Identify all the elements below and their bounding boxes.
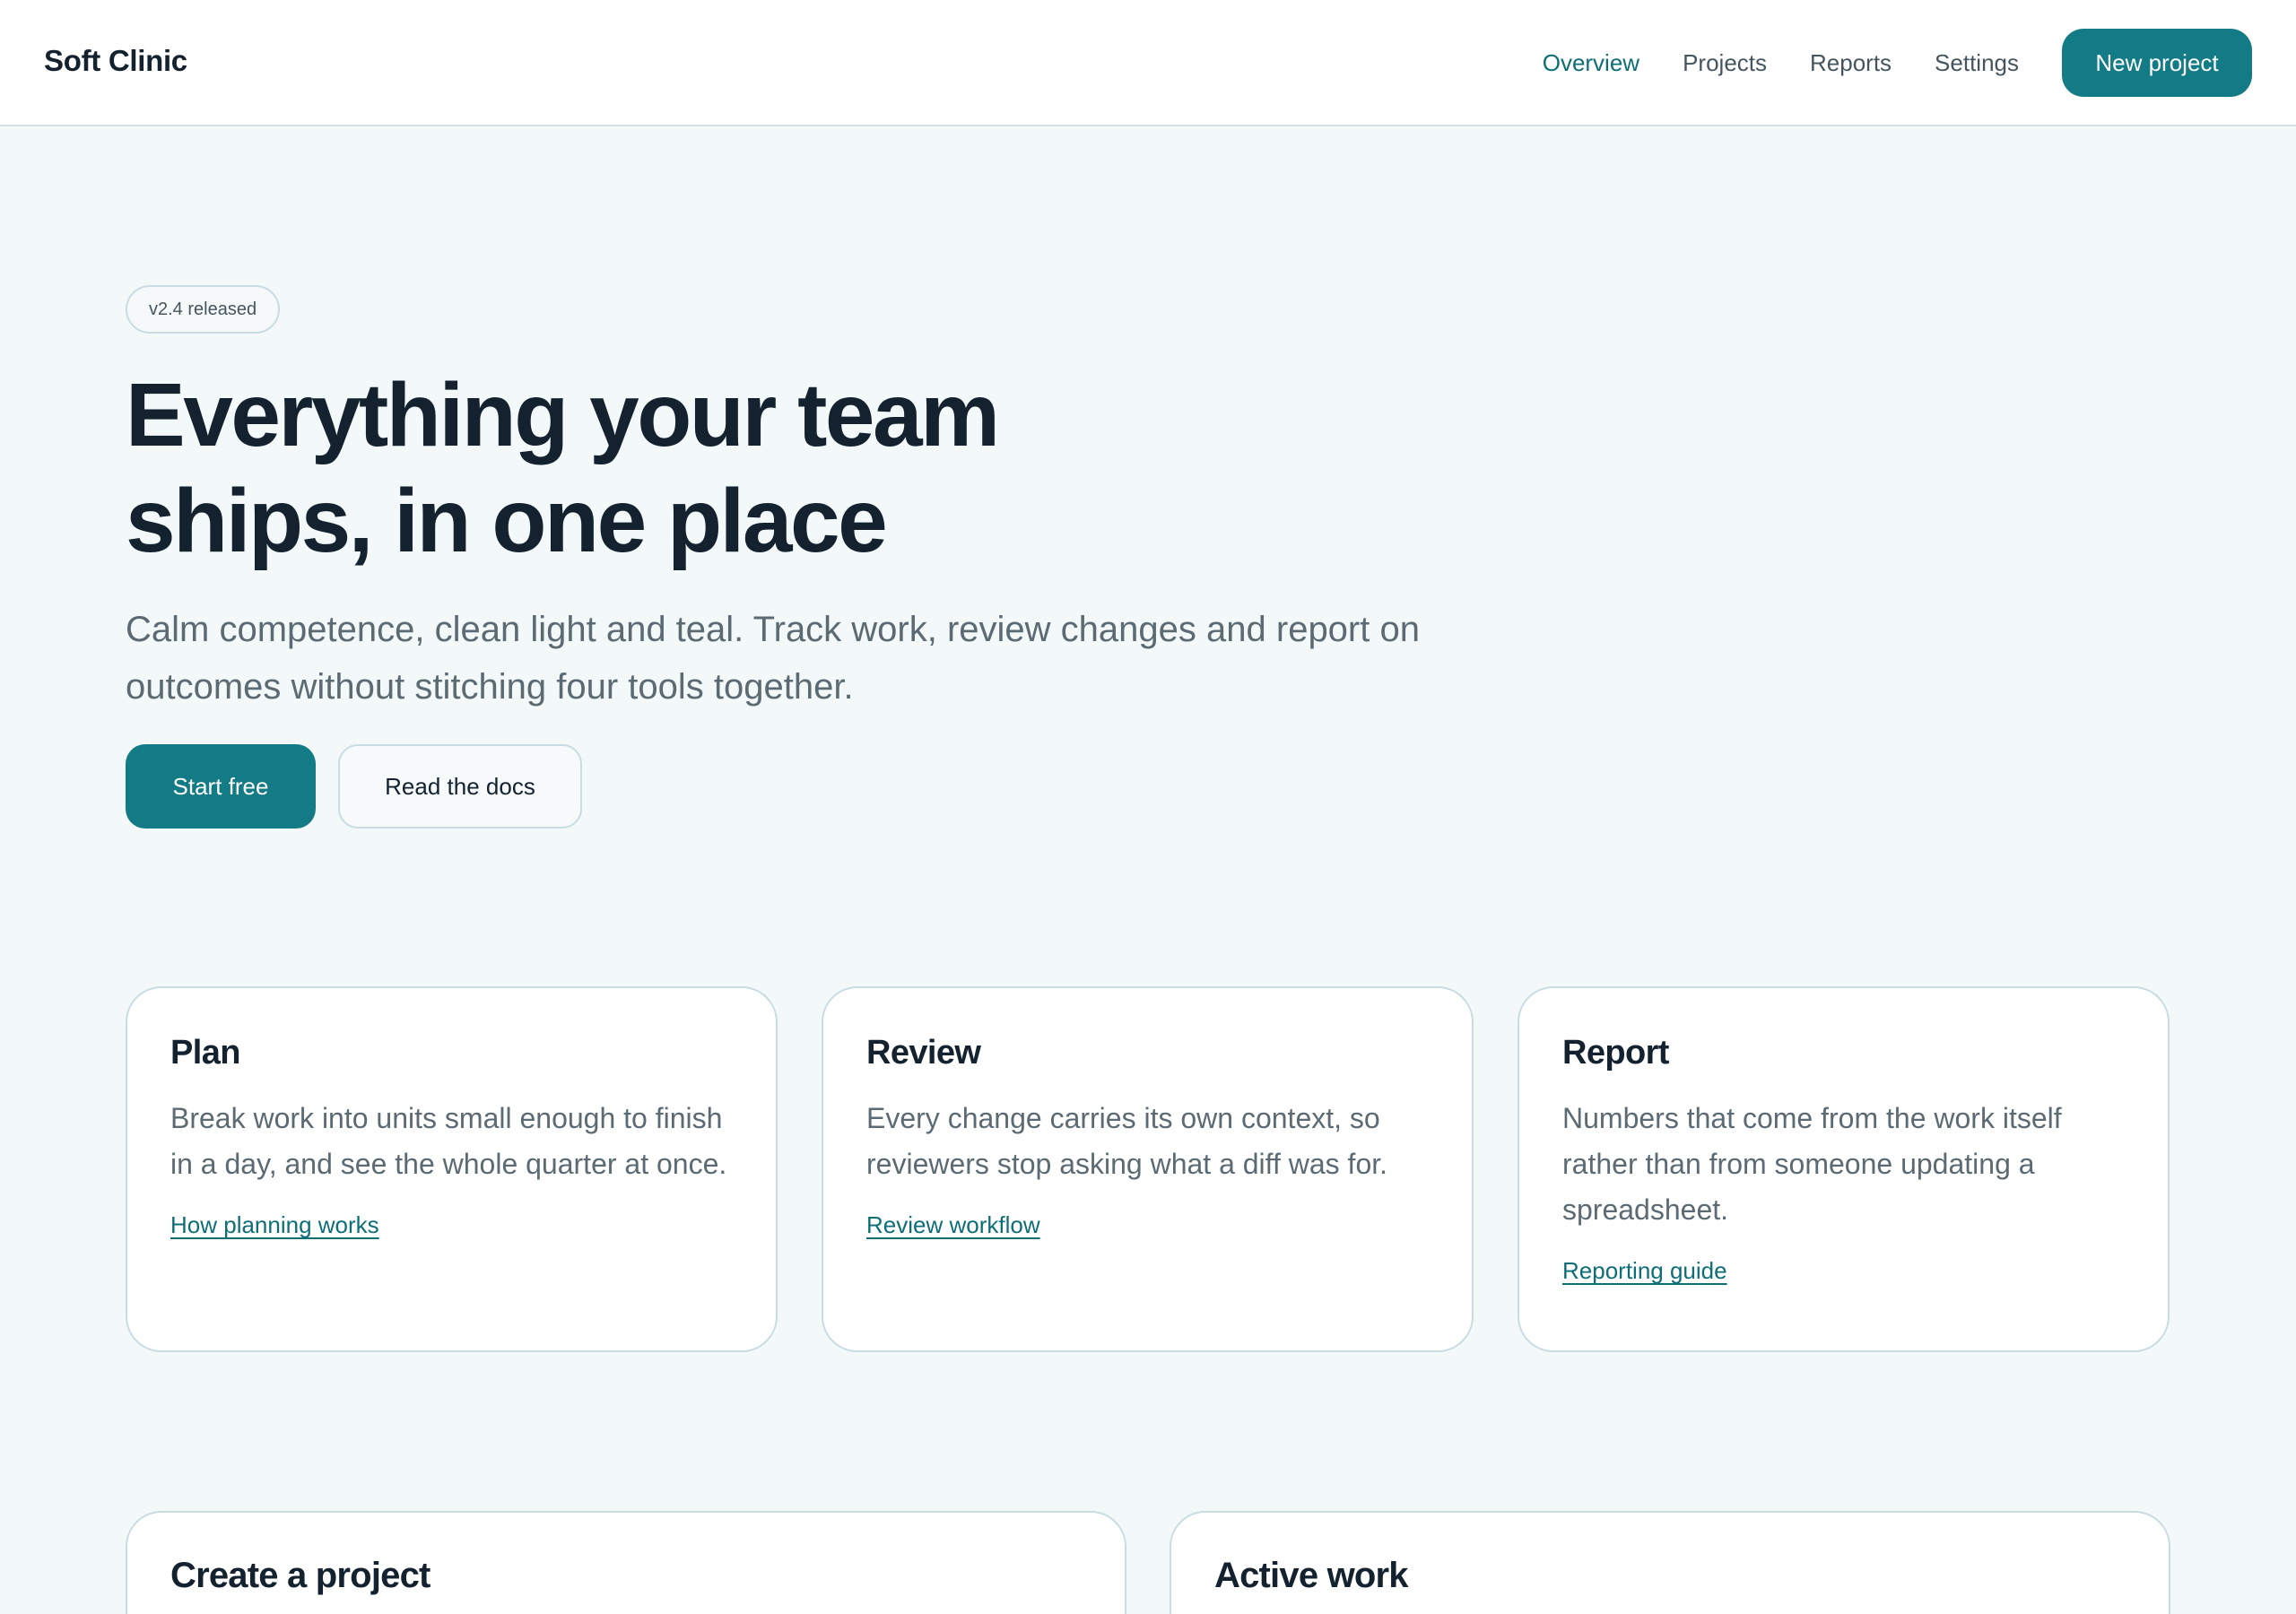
how-planning-works-link[interactable]: How planning works xyxy=(170,1209,379,1241)
hero-title: Everything your team ships, in one place xyxy=(126,365,1000,571)
top-navbar: Soft Clinic Overview Projects Reports Se… xyxy=(0,0,2296,126)
feature-card-plan: Plan Break work into units small enough … xyxy=(126,986,778,1352)
feature-card-review: Review Every change carries its own cont… xyxy=(822,986,1474,1352)
panel-title: Active work xyxy=(1214,1556,1409,1595)
page: Soft Clinic Overview Projects Reports Se… xyxy=(0,0,2296,1614)
hero-actions: Start free Read the docs xyxy=(126,744,582,829)
hero-subtitle: Calm competence, clean light and teal. T… xyxy=(126,610,1420,707)
feature-title: Plan xyxy=(170,1034,240,1072)
feature-card-report: Report Numbers that come from the work i… xyxy=(1518,986,2170,1352)
feature-title: Report xyxy=(1562,1034,1669,1072)
feature-title: Review xyxy=(866,1034,981,1072)
panel-title: Create a project xyxy=(170,1556,430,1595)
reporting-guide-link[interactable]: Reporting guide xyxy=(1562,1254,1727,1287)
nav-overview[interactable]: Overview xyxy=(1543,48,1639,78)
create-project-panel: Create a project xyxy=(126,1511,1126,1614)
main-nav: Overview Projects Reports Settings New p… xyxy=(1543,29,2252,97)
nav-projects[interactable]: Projects xyxy=(1683,48,1767,78)
nav-reports[interactable]: Reports xyxy=(1810,48,1892,78)
feature-description: Break work into units small enough to fi… xyxy=(170,1102,727,1180)
feature-description: Numbers that come from the work itself r… xyxy=(1562,1102,2062,1226)
release-badge: v2.4 released xyxy=(126,285,281,334)
nav-settings[interactable]: Settings xyxy=(1935,48,2019,78)
read-docs-button[interactable]: Read the docs xyxy=(338,744,582,829)
brand-logo[interactable]: Soft Clinic xyxy=(44,43,187,79)
feature-description: Every change carries its own context, so… xyxy=(866,1102,1388,1180)
active-work-panel: Active work xyxy=(1170,1511,2170,1614)
review-workflow-link[interactable]: Review workflow xyxy=(866,1209,1040,1241)
start-free-button[interactable]: Start free xyxy=(126,744,316,829)
new-project-button[interactable]: New project xyxy=(2062,29,2252,97)
